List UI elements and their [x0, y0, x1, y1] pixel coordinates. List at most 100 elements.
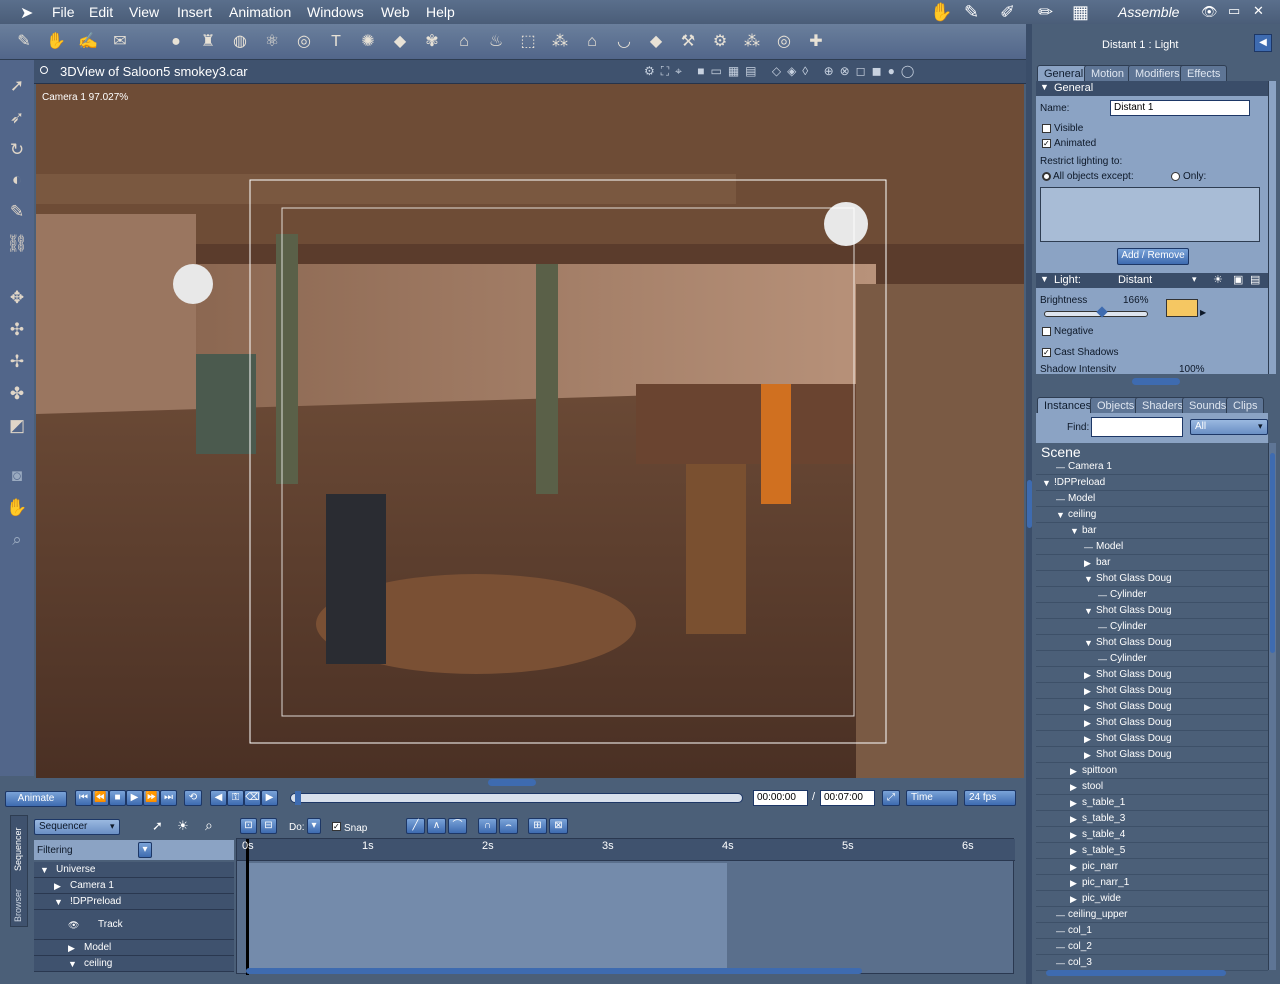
3d-viewport[interactable]: Camera 1 97.027% [36, 84, 1024, 778]
end-time-field[interactable]: 00:07:00 [820, 790, 875, 806]
expand-closed-icon[interactable]: ▶ [1084, 699, 1091, 715]
tab-effects[interactable]: Effects [1180, 65, 1228, 81]
ring-icon[interactable]: ◎ [772, 30, 796, 54]
playhead[interactable] [246, 839, 249, 975]
name-input[interactable]: Distant 1 [1110, 100, 1250, 116]
room-glove-icon[interactable]: ✋ [930, 2, 952, 23]
minimize-icon[interactable]: ▭ [1228, 3, 1240, 19]
hammer-icon[interactable]: ⚒ [676, 30, 700, 54]
go-start-icon[interactable]: ⏮ [75, 790, 92, 806]
eye-icon[interactable]: 👁 [68, 910, 79, 940]
expand-open-icon[interactable]: ▼ [1084, 603, 1093, 619]
do-dropdown-icon[interactable]: ▾ [307, 818, 321, 834]
tree-row[interactable]: ▶ pic_narr_1 [1036, 875, 1268, 891]
current-time-field[interactable]: 00:00:00 [753, 790, 808, 806]
time-mode-select[interactable]: Time [906, 790, 958, 806]
light-color-swatch[interactable] [1166, 299, 1198, 317]
swatch-arrow-icon[interactable]: ▶ [1200, 308, 1206, 317]
snap-checkbox[interactable]: ✓ [332, 822, 341, 831]
house-icon[interactable]: ⌂ [580, 30, 604, 54]
expand-closed-icon[interactable]: ▶ [1070, 811, 1077, 827]
direct-select-icon[interactable]: ➶ [5, 106, 29, 130]
expand-closed-icon[interactable]: ▶ [1084, 683, 1091, 699]
cast-shadows-checkbox[interactable]: ✓ [1042, 348, 1051, 357]
bounding-box-icon[interactable]: ◩ [5, 414, 29, 438]
track-row[interactable]: ▼ !DPPreload [34, 894, 234, 910]
menu-windows[interactable]: Windows [307, 4, 364, 20]
camera-icon[interactable]: ◙ [5, 464, 29, 488]
curve-peak-icon[interactable]: ∧ [427, 818, 446, 834]
eye-icon[interactable]: 👁 [1201, 4, 1218, 20]
negative-checkbox[interactable] [1042, 327, 1051, 336]
menu-web[interactable]: Web [381, 4, 410, 20]
curve-ease-in-icon[interactable]: ∩ [478, 818, 497, 834]
menu-view[interactable]: View [129, 4, 159, 20]
expand-open-icon[interactable]: ▼ [1070, 523, 1079, 539]
animate-button[interactable]: Animate [5, 791, 67, 807]
delete-key-icon[interactable]: ⌫ [244, 790, 261, 806]
light-sun-icon[interactable]: ☀ [1213, 273, 1223, 286]
track-row[interactable]: ▶ Model [34, 940, 234, 956]
fps-select[interactable]: 24 fps [964, 790, 1016, 806]
animated-checkbox[interactable]: ✓ [1042, 139, 1051, 148]
expand-open-icon[interactable]: ▼ [1056, 507, 1065, 523]
loop-icon[interactable]: ⟲ [184, 790, 202, 806]
all-except-radio[interactable] [1042, 172, 1051, 181]
orbit-icon[interactable]: ✤ [5, 382, 29, 406]
filter-dropdown-icon[interactable]: ▾ [1258, 421, 1263, 432]
tree-row[interactable]: ▶ s_table_3 [1036, 811, 1268, 827]
cup-icon[interactable]: ♜ [196, 30, 220, 54]
tree-row[interactable]: ▶ Shot Glass Doug [1036, 731, 1268, 747]
tree-row[interactable]: ▶ Shot Glass Doug [1036, 699, 1268, 715]
tab-general[interactable]: General [1037, 65, 1091, 81]
brush-icon[interactable]: ✎ [12, 30, 36, 54]
room-wrench-icon[interactable]: ✎ [964, 2, 979, 23]
expand-closed-icon[interactable]: ▶ [1084, 715, 1091, 731]
tree-row[interactable]: ▼ !DPPreload [1036, 475, 1268, 491]
time-scrubber-thumb[interactable] [295, 791, 301, 805]
scale-icon[interactable]: ✢ [5, 350, 29, 374]
robot-icon[interactable]: ⚙ [708, 30, 732, 54]
flame-icon[interactable]: ♨ [484, 30, 508, 54]
tree-row[interactable]: — Camera 1 [1036, 459, 1268, 475]
light-type-dropdown-icon[interactable]: ▾ [1192, 274, 1197, 285]
panel-splitter[interactable] [1132, 378, 1180, 385]
tree-row[interactable]: ▶ stool [1036, 779, 1268, 795]
rock-icon[interactable]: ◆ [644, 30, 668, 54]
palm-icon[interactable]: ✾ [420, 30, 444, 54]
panel-collapse-icon[interactable]: ◀ [1254, 34, 1272, 52]
sheet-icon[interactable]: ✉ [108, 30, 132, 54]
expand-closed-icon[interactable]: ▶ [1070, 795, 1077, 811]
seq-light-icon[interactable]: ☀ [177, 818, 189, 834]
globe-icon[interactable]: ◍ [228, 30, 252, 54]
tab-motion[interactable]: Motion [1084, 65, 1132, 81]
side-tab-browser[interactable]: Browser [13, 878, 23, 922]
add-remove-button[interactable]: Add / Remove [1117, 248, 1189, 265]
tree-row[interactable]: ▶ s_table_1 [1036, 795, 1268, 811]
expand-closed-icon[interactable]: ▶ [1084, 747, 1091, 763]
sphere-icon[interactable]: ● [164, 30, 188, 54]
tree-row[interactable]: ▶ Shot Glass Doug [1036, 747, 1268, 763]
timeline-ruler[interactable] [237, 839, 1015, 861]
side-splitter[interactable] [1027, 480, 1032, 528]
brightness-slider[interactable] [1044, 306, 1148, 318]
tree-row[interactable]: — Cylinder [1036, 651, 1268, 667]
gear-icon[interactable]: ✺ [356, 30, 380, 54]
expand-closed-icon[interactable]: ▶ [1070, 763, 1077, 779]
fast-forward-icon[interactable]: ⏩ [143, 790, 160, 806]
room-pen-icon[interactable]: ✐ [1000, 2, 1015, 23]
sequencer-dropdown-icon[interactable]: ▾ [110, 821, 115, 832]
menu-animation[interactable]: Animation [229, 4, 291, 20]
tree-row[interactable]: — Model [1036, 491, 1268, 507]
expand-closed-icon[interactable]: ▶ [54, 878, 61, 894]
stop-icon[interactable]: ■ [109, 790, 126, 806]
glove-icon[interactable]: ✍ [76, 30, 100, 54]
find-input[interactable] [1091, 417, 1183, 437]
target-icon[interactable]: ◎ [292, 30, 316, 54]
visible-checkbox[interactable] [1042, 124, 1051, 133]
room-brush-icon[interactable]: ✏ [1038, 2, 1053, 23]
track-row[interactable]: 👁 Track [34, 910, 234, 940]
zoom-icon[interactable]: ⌕ [5, 528, 29, 552]
room-film-icon[interactable]: ▦ [1072, 2, 1089, 23]
tree-scroll-thumb[interactable] [1270, 453, 1275, 653]
